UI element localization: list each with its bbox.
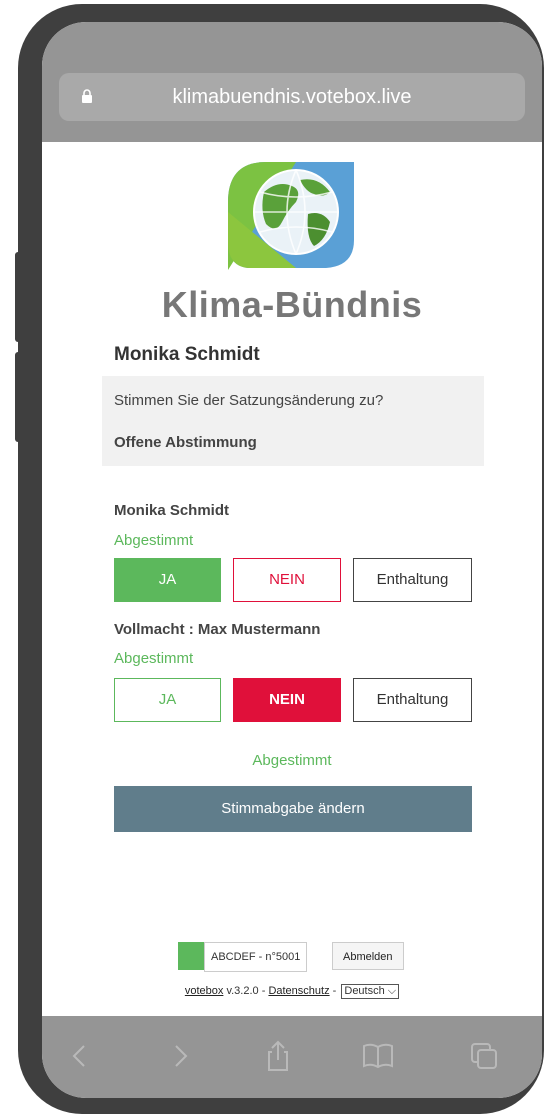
browser-top-bar: klimabuendnis.votebox.live: [42, 22, 542, 142]
language-value: Deutsch: [344, 985, 385, 997]
session-color-swatch: [178, 942, 204, 970]
nein-button[interactable]: NEIN: [233, 558, 341, 602]
back-icon[interactable]: [62, 1038, 98, 1074]
enthaltung-button[interactable]: Enthaltung: [353, 678, 472, 722]
voter-name: Monika Schmidt: [114, 502, 230, 519]
overall-voted-status: Abgestimmt: [252, 752, 332, 769]
votebox-link[interactable]: votebox: [185, 985, 224, 997]
separator-text: -: [329, 985, 340, 997]
nein-button[interactable]: NEIN: [233, 678, 341, 722]
url-text: klimabuendnis.votebox.live: [172, 86, 412, 108]
enthaltung-button[interactable]: Enthaltung: [353, 558, 472, 602]
chevron-down-icon: ⌵: [387, 985, 397, 997]
page-content: Klima-Bündnis Monika Schmidt Stimmen Sie…: [42, 142, 542, 1016]
forward-icon[interactable]: [162, 1038, 198, 1074]
privacy-link[interactable]: Datenschutz: [268, 985, 329, 997]
change-vote-button[interactable]: Stimmabgabe ändern: [114, 786, 472, 832]
session-code: ABCDEF - n°5001: [204, 942, 308, 972]
bookmarks-icon[interactable]: [360, 1038, 396, 1074]
globe-logo: [228, 162, 354, 270]
user-name: Monika Schmidt: [114, 344, 260, 365]
brand-name: Klima-Bündnis: [161, 284, 423, 325]
ja-button[interactable]: JA: [114, 558, 221, 602]
browser-bottom-bar: [42, 1016, 542, 1098]
voter-name: Vollmacht : Max Mustermann: [114, 621, 321, 638]
footer-links: votebox v.3.2.0 - Datenschutz - Deutsch …: [42, 984, 542, 999]
question-text: Stimmen Sie der Satzungsänderung zu?: [114, 392, 384, 409]
tabs-icon[interactable]: [466, 1038, 502, 1074]
session-bar: ABCDEF - n°5001 Abmelden: [42, 942, 542, 972]
address-bar[interactable]: klimabuendnis.votebox.live: [59, 73, 525, 121]
phone-screen: klimabuendnis.votebox.live Klima-Bündnis…: [42, 22, 542, 1098]
vote-status-label: Offene Abstimmung: [114, 434, 257, 451]
share-icon[interactable]: [260, 1038, 296, 1074]
ja-button[interactable]: JA: [114, 678, 221, 722]
voted-status: Abgestimmt: [114, 650, 194, 667]
version-text: v.3.2.0 -: [223, 985, 269, 997]
language-select[interactable]: Deutsch ⌵: [341, 984, 400, 999]
voted-status: Abgestimmt: [114, 532, 194, 549]
logout-button[interactable]: Abmelden: [332, 942, 404, 970]
question-box: Stimmen Sie der Satzungsänderung zu? Off…: [102, 376, 484, 466]
